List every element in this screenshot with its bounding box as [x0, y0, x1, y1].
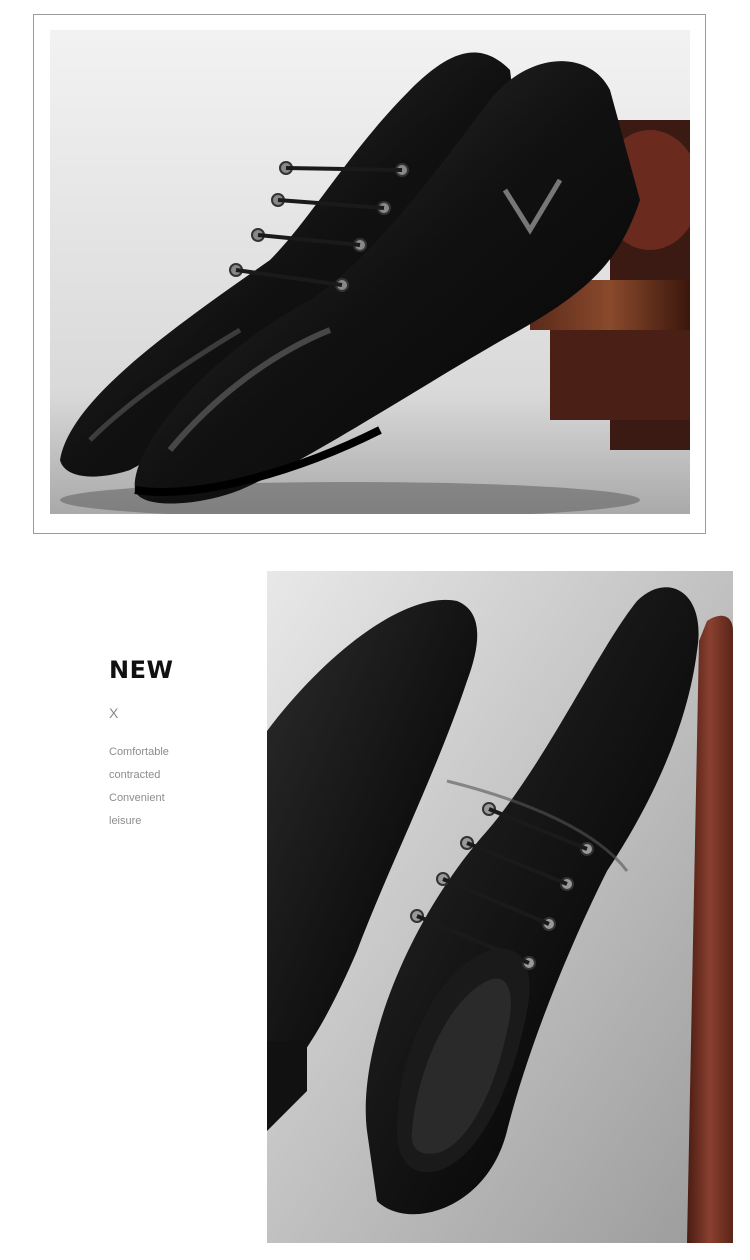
feature-item: Convenient: [109, 792, 165, 804]
feature-list: Comfortable contracted Convenient leisur…: [109, 741, 249, 833]
feature-panel: NEW X Comfortable contracted Convenient …: [109, 656, 249, 849]
feature-item: leisure: [109, 815, 142, 827]
feature-item: Comfortable: [109, 746, 169, 758]
product-photo-shoes-insole: [267, 571, 733, 1243]
product-photo-shoes-pair: [50, 30, 690, 514]
new-title: NEW: [109, 656, 174, 684]
cross-mark-icon: X: [109, 705, 119, 721]
feature-item: contracted: [109, 769, 161, 781]
